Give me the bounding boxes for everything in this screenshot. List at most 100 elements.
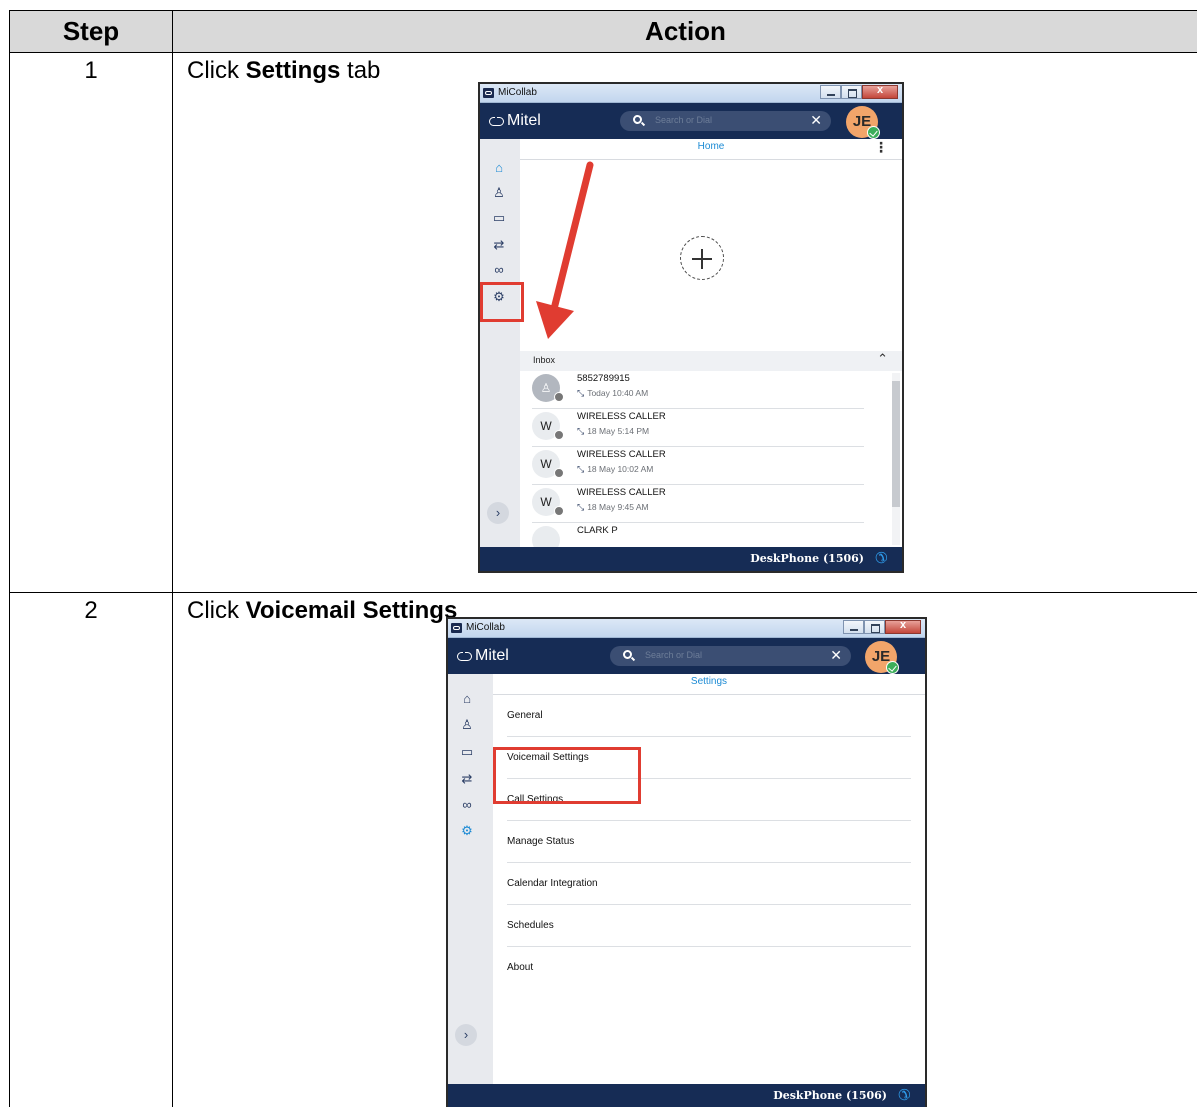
settings-item-schedules[interactable]: Schedules xyxy=(507,905,911,947)
search-input[interactable]: Search or Dial ✕ xyxy=(620,111,831,131)
expand-sidebar-button[interactable]: › xyxy=(455,1024,477,1046)
micollab-window-settings: MiCollab Mitel xyxy=(446,617,927,1107)
call-history-icon[interactable]: ⇄ xyxy=(458,770,476,788)
clear-search-icon[interactable]: ✕ xyxy=(810,112,822,129)
sidebar: ⌂ ♙ ▭ ⇄ ∞ ⚙ › xyxy=(480,139,520,547)
search-placeholder: Search or Dial xyxy=(655,115,713,125)
call-history-icon[interactable]: ⇄ xyxy=(490,236,508,254)
deskphone-label[interactable]: DeskPhone (1506) xyxy=(773,1089,887,1102)
settings-item-general[interactable]: General xyxy=(507,695,911,737)
window-title: MiCollab xyxy=(466,622,505,633)
maximize-button[interactable] xyxy=(841,85,862,99)
window-titlebar: MiCollab xyxy=(480,84,902,103)
list-item[interactable]: W WIRELESS CALLER ⤡ 18 May 9:45 AM xyxy=(532,485,864,523)
user-avatar[interactable]: JE xyxy=(846,106,880,139)
app-header: Mitel Search or Dial ✕ JE xyxy=(448,638,925,674)
step-number: 2 xyxy=(9,592,173,1107)
list-item[interactable]: W WIRELESS CALLER ⤡ 18 May 5:14 PM xyxy=(532,409,864,447)
contacts-icon[interactable]: ♙ xyxy=(458,716,476,734)
available-status-icon xyxy=(886,661,899,674)
table-row: 1 Click Settings tab MiCollab x Mitel Se… xyxy=(9,52,1197,593)
clear-search-icon[interactable]: ✕ xyxy=(830,647,842,664)
app-footer: DeskPhone (1506) ✆ xyxy=(448,1084,925,1107)
step-instruction: Click Settings tab xyxy=(187,57,381,84)
mitel-logo-icon xyxy=(489,115,504,126)
presence-icon xyxy=(554,392,564,402)
missed-call-icon: ⤡ xyxy=(577,388,585,398)
app-footer: DeskPhone (1506) ✆ xyxy=(480,547,902,571)
list-item[interactable]: CLARK P xyxy=(532,523,864,547)
settings-icon[interactable]: ⚙ xyxy=(458,822,476,840)
minimize-button[interactable] xyxy=(820,85,841,99)
action-cell: Click Voicemail Settings MiCollab x Mite… xyxy=(172,592,1197,1107)
home-icon[interactable]: ⌂ xyxy=(490,159,508,177)
window-title: MiCollab xyxy=(498,87,537,98)
missed-call-icon: ⤡ xyxy=(577,464,585,474)
available-status-icon xyxy=(867,126,880,139)
close-button[interactable] xyxy=(885,619,921,634)
voicemail-icon[interactable]: ∞ xyxy=(458,796,476,814)
inbox-label: Inbox xyxy=(533,355,556,365)
sidebar: ⌂ ♙ ▭ ⇄ ∞ ⚙ › xyxy=(448,674,493,1084)
minimize-button[interactable] xyxy=(843,620,864,634)
list-item[interactable]: ♙ 5852789915 ⤡ Today 10:40 AM xyxy=(532,371,864,409)
table-header-row: Step Action xyxy=(9,10,1197,53)
inbox-scrollbar[interactable] xyxy=(892,373,900,545)
deskphone-label[interactable]: DeskPhone (1506) xyxy=(750,552,864,565)
table-row: 2 Click Voicemail Settings MiCollab x Mi… xyxy=(9,592,1197,1107)
action-column-header: Action xyxy=(172,10,1197,53)
presence-icon xyxy=(554,506,564,516)
page-title: Settings xyxy=(690,676,728,687)
window-controls xyxy=(820,84,898,99)
presence-icon xyxy=(554,430,564,440)
step-column-header: Step xyxy=(9,10,173,53)
home-icon[interactable]: ⌂ xyxy=(458,690,476,708)
micollab-app-icon xyxy=(451,623,462,633)
pointer-arrow-icon xyxy=(536,161,594,339)
settings-item-about[interactable]: About xyxy=(507,947,911,989)
list-item[interactable]: W WIRELESS CALLER ⤡ 18 May 10:02 AM xyxy=(532,447,864,485)
phone-icon[interactable]: ✆ xyxy=(898,1086,911,1104)
instruction-table: Step Action 1 Click Settings tab MiColla… xyxy=(9,10,1197,1107)
settings-item-manage-status[interactable]: Manage Status xyxy=(507,821,911,863)
mitel-logo: Mitel xyxy=(457,647,509,665)
app-header: Mitel Search or Dial ✕ JE xyxy=(480,103,902,139)
search-icon xyxy=(633,115,642,124)
search-placeholder: Search or Dial xyxy=(645,650,703,660)
search-icon xyxy=(623,650,632,659)
page-title: Home xyxy=(697,141,725,152)
window-controls xyxy=(843,619,921,634)
window-titlebar: MiCollab xyxy=(448,619,925,638)
highlight-box xyxy=(493,747,641,804)
mitel-logo: Mitel xyxy=(489,112,541,130)
collapse-icon[interactable]: ⌃ xyxy=(877,351,888,367)
close-button[interactable] xyxy=(862,84,898,99)
settings-content: Settings General Voicemail Settings Call… xyxy=(493,674,925,1084)
contacts-icon[interactable]: ♙ xyxy=(490,184,508,202)
add-widget-button[interactable] xyxy=(680,236,724,280)
voicemail-icon[interactable]: ∞ xyxy=(490,261,508,279)
instruction-emphasis: Voicemail Settings xyxy=(245,597,458,624)
contact-avatar xyxy=(532,526,560,547)
scroll-thumb[interactable] xyxy=(892,381,900,507)
instruction-emphasis: Settings xyxy=(245,57,341,84)
expand-sidebar-button[interactable]: › xyxy=(487,502,509,524)
more-options-icon[interactable]: ⋮ xyxy=(874,139,888,156)
inbox-header[interactable]: Inbox ⌃ xyxy=(520,351,902,371)
step-number: 1 xyxy=(9,52,173,593)
micollab-app-icon xyxy=(483,88,494,98)
chat-icon[interactable]: ▭ xyxy=(458,743,476,761)
presence-icon xyxy=(554,468,564,478)
maximize-button[interactable] xyxy=(864,620,885,634)
chat-icon[interactable]: ▭ xyxy=(490,209,508,227)
mitel-logo-icon xyxy=(457,650,472,661)
divider xyxy=(520,159,902,160)
user-avatar[interactable]: JE xyxy=(865,641,899,674)
action-cell: Click Settings tab MiCollab x Mitel Sear… xyxy=(172,52,1197,593)
missed-call-icon: ⤡ xyxy=(577,426,585,436)
search-input[interactable]: Search or Dial ✕ xyxy=(610,646,851,666)
settings-item-calendar[interactable]: Calendar Integration xyxy=(507,863,911,905)
missed-call-icon: ⤡ xyxy=(577,502,585,512)
phone-icon[interactable]: ✆ xyxy=(875,549,888,567)
inbox-list: ♙ 5852789915 ⤡ Today 10:40 AM W WIRELESS … xyxy=(520,371,902,547)
